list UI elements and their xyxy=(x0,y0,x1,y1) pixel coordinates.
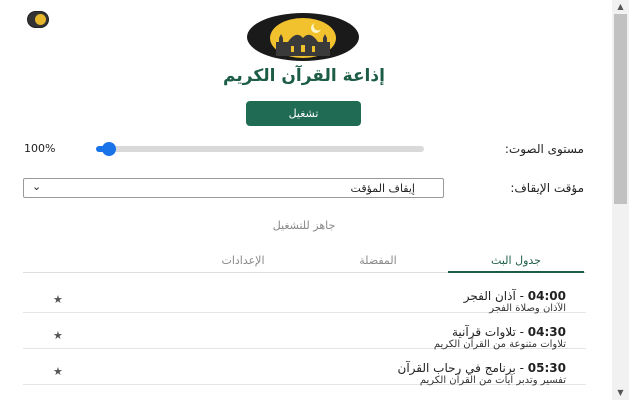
list-item: 05:30 - برنامج في رحاب القرآن تفسير وتدب… xyxy=(23,349,586,386)
scroll-up-arrow-icon[interactable]: ▲ xyxy=(612,0,629,14)
mosque-moon-icon xyxy=(247,13,359,61)
schedule-item-heading: 04:30 - تلاوات قرآنية xyxy=(452,325,566,339)
volume-label: مستوى الصوت: xyxy=(504,142,584,156)
play-button[interactable]: تشغيل xyxy=(246,101,361,126)
list-item: 04:00 - آذان الفجر الآذان وصلاة الفجر ★ xyxy=(23,277,586,314)
schedule-item-desc: تفسير وتدبر آيات من القرآن الكريم xyxy=(419,375,566,386)
status-text: جاهز للتشغيل xyxy=(272,219,336,232)
radio-popup: إذاعة القرآن الكريم تشغيل مستوى الصوت: 1… xyxy=(0,0,612,400)
star-icon[interactable]: ★ xyxy=(53,329,63,342)
tab-favorites[interactable]: المفضلة xyxy=(313,248,443,273)
schedule-item-time: 05:30 xyxy=(527,361,566,375)
chevron-down-icon: ⌄ xyxy=(32,180,42,193)
tab-bar: جدول البث المفضلة الإعدادات xyxy=(23,248,586,273)
tab-settings[interactable]: الإعدادات xyxy=(178,248,308,273)
volume-slider[interactable] xyxy=(96,142,424,156)
scrollbar[interactable]: ▲ ▼ xyxy=(612,0,629,400)
scrollbar-thumb[interactable] xyxy=(614,14,627,204)
theme-toggle-icon[interactable] xyxy=(27,11,49,28)
list-item: 04:30 - تلاوات قرآنية تلاوات متنوعة من ا… xyxy=(23,313,586,350)
schedule-item-title: برنامج في رحاب القرآن xyxy=(397,361,516,375)
scroll-down-arrow-icon[interactable]: ▼ xyxy=(612,386,629,400)
sleep-timer-label: مؤقت الإيقاف: xyxy=(510,181,584,195)
schedule-item-heading: 04:00 - آذان الفجر xyxy=(463,289,566,303)
volume-value: 100% xyxy=(24,142,56,155)
schedule-item-time: 04:00 xyxy=(527,289,566,303)
sleep-timer-value: إيقاف المؤقت xyxy=(350,182,415,195)
sleep-timer-select[interactable]: إيقاف المؤقت ⌄ xyxy=(23,178,444,198)
volume-slider-thumb[interactable] xyxy=(102,142,117,156)
theme-toggle-knob xyxy=(35,14,46,25)
star-icon[interactable]: ★ xyxy=(53,293,63,306)
star-icon[interactable]: ★ xyxy=(53,365,63,378)
schedule-item-heading: 05:30 - برنامج في رحاب القرآن xyxy=(397,361,566,375)
schedule-list: 04:00 - آذان الفجر الآذان وصلاة الفجر ★ … xyxy=(23,277,586,386)
page-title: إذاعة القرآن الكريم xyxy=(223,66,385,86)
schedule-item-title: آذان الفجر xyxy=(463,289,516,303)
schedule-item-title: تلاوات قرآنية xyxy=(452,325,516,339)
tab-schedule[interactable]: جدول البث xyxy=(448,248,584,273)
schedule-item-time: 04:30 xyxy=(527,325,566,339)
